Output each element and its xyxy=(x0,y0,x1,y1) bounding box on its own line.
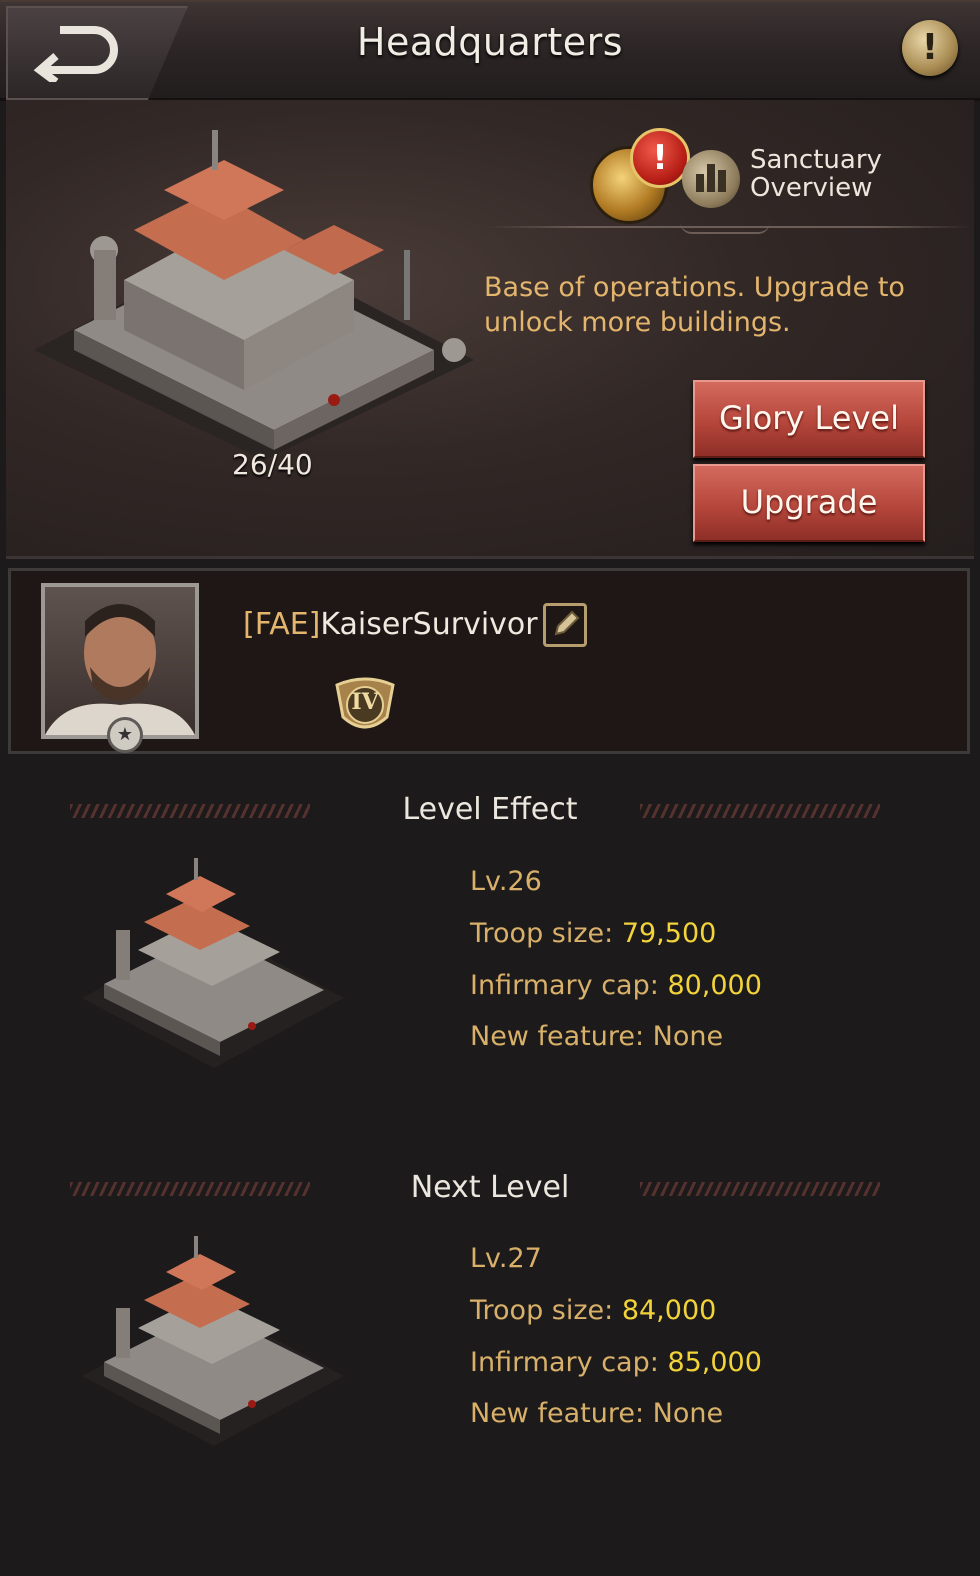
infirmary-cap-value: 85,000 xyxy=(667,1347,762,1378)
infirmary-cap-label: Infirmary cap: xyxy=(470,970,668,1001)
infirmary-cap-value: 80,000 xyxy=(667,970,762,1001)
avatar-star-icon: ★ xyxy=(107,717,143,753)
sanctuary-label-line1: Sanctuary xyxy=(750,145,882,175)
infirmary-cap-label: Infirmary cap: xyxy=(470,1347,668,1378)
rank-numeral: IV xyxy=(351,689,379,715)
sanctuary-label-line2: Overview xyxy=(750,173,873,203)
upgrade-button[interactable]: Upgrade xyxy=(693,464,925,542)
next-infirmary-cap: Infirmary cap: 85,000 xyxy=(470,1347,762,1378)
new-feature-value: None xyxy=(652,1021,724,1052)
current-troop-size: Troop size: 79,500 xyxy=(470,918,716,949)
current-new-feature: New feature: None xyxy=(470,1021,723,1052)
sanctuary-overview-link[interactable]: Sanctuary Overview xyxy=(750,146,882,202)
alliance-tag: [FAE] xyxy=(243,607,321,642)
player-panel: ★ [FAE]KaiserSurvivor IV xyxy=(8,568,970,754)
player-name-text: KaiserSurvivor xyxy=(320,607,538,642)
next-troop-size: Troop size: 84,000 xyxy=(470,1295,716,1326)
alert-icon: ! xyxy=(630,128,690,188)
current-level: Lv.26 xyxy=(470,866,542,897)
headquarters-building-image xyxy=(34,130,474,460)
troop-size-label: Troop size: xyxy=(470,1295,622,1326)
new-feature-value: None xyxy=(652,1398,724,1429)
divider-ornament xyxy=(680,222,770,234)
next-new-feature: New feature: None xyxy=(470,1398,723,1429)
build-progress: 26/40 xyxy=(232,448,313,481)
commander-portrait-icon xyxy=(45,604,195,735)
avatar[interactable]: ★ xyxy=(41,583,199,753)
next-level-heading: Next Level xyxy=(410,1170,570,1205)
top-bar: Headquarters ! xyxy=(0,0,980,101)
overview-chart-icon[interactable] xyxy=(682,150,740,208)
player-name: [FAE]KaiserSurvivor xyxy=(243,607,538,642)
page-title: Headquarters xyxy=(356,20,624,64)
next-level: Lv.27 xyxy=(470,1243,542,1274)
troop-size-value: 79,500 xyxy=(621,918,717,949)
building-description: Base of operations. Upgrade to unlock mo… xyxy=(484,272,905,338)
edit-name-icon[interactable] xyxy=(543,603,587,647)
troop-size-label: Troop size: xyxy=(470,918,622,949)
level-effect-heading: Level Effect xyxy=(402,792,578,827)
current-infirmary-cap: Infirmary cap: 80,000 xyxy=(470,970,762,1001)
info-icon[interactable]: ! xyxy=(902,20,958,76)
next-level-building-image xyxy=(82,1236,344,1446)
new-feature-label: New feature: xyxy=(470,1398,653,1429)
pencil-icon xyxy=(554,610,580,636)
troop-size-value: 84,000 xyxy=(621,1295,717,1326)
new-feature-label: New feature: xyxy=(470,1021,653,1052)
rank-badge: IV xyxy=(331,673,399,741)
glory-level-button[interactable]: Glory Level xyxy=(693,380,925,458)
current-level-building-image xyxy=(82,858,344,1068)
